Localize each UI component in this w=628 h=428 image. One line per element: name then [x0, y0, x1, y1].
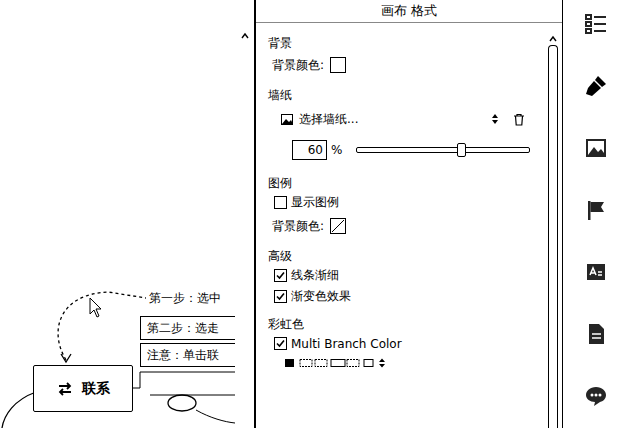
- topic-node[interactable]: 注意：单击联: [140, 343, 235, 367]
- scroll-up-icon[interactable]: [548, 35, 558, 43]
- section-heading: 墙纸: [268, 86, 544, 104]
- document-icon: [584, 322, 608, 346]
- check-icon: [275, 291, 286, 302]
- no-color-icon: [331, 219, 345, 233]
- checkbox-row: Multi Branch Color: [268, 333, 544, 354]
- wallpaper-select[interactable]: 选择墙纸...: [281, 111, 499, 128]
- mind-map-canvas[interactable]: 第一步：选中第二步：选走注意：单击联联系: [0, 0, 235, 428]
- section-heading: 彩虹色: [268, 315, 544, 333]
- toolbar-tab[interactable]: [583, 198, 609, 222]
- slider-row: 60%: [268, 134, 544, 166]
- topic-node[interactable]: 第二步：选走: [140, 316, 235, 340]
- canvas-scrollbar[interactable]: [235, 0, 254, 428]
- color-row: 背景颜色:: [268, 213, 544, 239]
- checkbox[interactable]: [274, 290, 287, 303]
- checkbox-row: 线条渐细: [268, 265, 544, 286]
- section-heading: 高级: [268, 247, 544, 265]
- panel-title: 画布 格式: [256, 0, 562, 23]
- branch-line: [133, 372, 235, 388]
- slider-thumb[interactable]: [457, 143, 466, 157]
- checkbox-row: 渐变色效果: [268, 286, 544, 307]
- updown-icon: [491, 113, 499, 125]
- brush-icon: [584, 74, 608, 98]
- toolbar-tab[interactable]: [583, 260, 609, 284]
- app-window: 第一步：选中第二步：选走注意：单击联联系画布 格式背景背景颜色:墙纸选择墙纸..…: [0, 0, 628, 428]
- format-section: 墙纸选择墙纸... 60%: [268, 86, 544, 166]
- panel-scrollbar[interactable]: [544, 23, 562, 428]
- format-section: 图例显示图例背景颜色:: [268, 174, 544, 239]
- format-panel: 画布 格式背景背景颜色:墙纸选择墙纸...60%图例显示图例背景颜色:高级线条渐…: [254, 0, 562, 428]
- branch-line: [150, 395, 235, 423]
- section-heading: 背景: [268, 34, 544, 52]
- toolbar-tab[interactable]: [583, 74, 609, 98]
- relation-icon: [56, 380, 74, 398]
- rainbow-swatches[interactable]: [284, 357, 394, 369]
- comment-icon: [584, 384, 608, 408]
- section-heading: 图例: [268, 174, 544, 192]
- format-section: 高级线条渐细渐变色效果: [268, 247, 544, 307]
- right-toolbar: [562, 0, 628, 428]
- checkbox-row: 显示图例: [268, 192, 544, 213]
- checkbox[interactable]: [274, 196, 287, 209]
- format-section: 背景背景颜色:: [268, 34, 544, 78]
- format-section: 彩虹色Multi Branch Color: [268, 315, 544, 372]
- dashed-relation-line: [58, 292, 146, 360]
- central-topic[interactable]: 联系: [33, 365, 133, 412]
- check-icon: [275, 270, 286, 281]
- topic-node[interactable]: 第一步：选中: [145, 290, 235, 306]
- toolbar-tab[interactable]: [583, 322, 609, 346]
- color-swatch[interactable]: [330, 57, 346, 73]
- toolbar-tab[interactable]: [583, 12, 609, 36]
- cursor-icon: [90, 298, 101, 317]
- flag-icon: [584, 198, 608, 222]
- color-row: 背景颜色:: [268, 52, 544, 78]
- checkbox[interactable]: [274, 269, 287, 282]
- scroll-up-icon[interactable]: [240, 32, 250, 40]
- toolbar-tab[interactable]: [583, 136, 609, 160]
- toolbar-tab[interactable]: [583, 384, 609, 408]
- opacity-slider[interactable]: [356, 147, 530, 153]
- text-style-icon: [584, 260, 608, 284]
- dropdown-row: 选择墙纸...: [268, 104, 544, 134]
- checkbox[interactable]: [274, 337, 287, 350]
- image-icon: [584, 136, 608, 160]
- picture-icon: [281, 114, 293, 125]
- swatches-row: [268, 354, 544, 372]
- color-swatch[interactable]: [330, 218, 346, 234]
- oval-shape: [168, 395, 196, 411]
- trash-icon[interactable]: [513, 113, 525, 126]
- arrow-head-icon: [61, 354, 71, 362]
- outline-icon: [584, 12, 608, 36]
- branch-line: [2, 392, 36, 428]
- scroll-thumb[interactable]: [548, 45, 558, 428]
- check-icon: [275, 338, 286, 349]
- opacity-input[interactable]: 60: [292, 140, 327, 160]
